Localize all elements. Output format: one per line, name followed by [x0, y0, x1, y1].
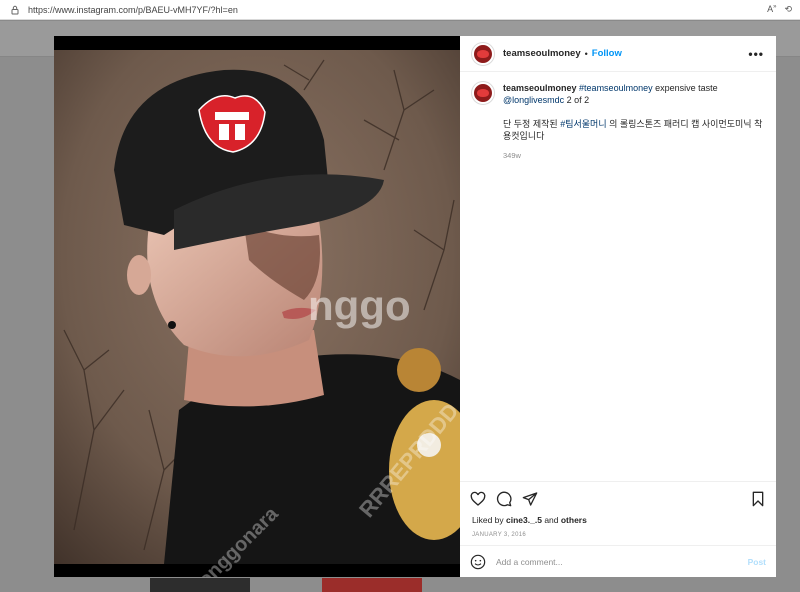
caption-username[interactable]: teamseoulmoney [503, 83, 577, 93]
post-photo[interactable]: nggo RRREPRDDD onggonara [54, 36, 460, 577]
avatar[interactable] [472, 82, 494, 104]
add-comment-bar: Add a comment... Post [460, 545, 776, 577]
liked-by-user-link[interactable]: cine3._.5 [506, 515, 542, 525]
lips-logo-icon [477, 89, 489, 97]
caption-korean: 단 두정 제작된 #팀서울머니 의 롤링스톤즈 패러디 캡 사이먼도미닉 착용컷… [503, 118, 764, 142]
post-comment-button[interactable]: Post [748, 557, 766, 567]
separator-dot: • [584, 48, 588, 59]
comment-input[interactable]: Add a comment... [496, 557, 748, 567]
caption-korean-prefix: 단 두정 제작된 [503, 119, 561, 129]
site-info-icon[interactable] [8, 3, 22, 17]
caption-hashtag[interactable]: #teamseoulmoney [579, 83, 653, 93]
read-aloud-icon[interactable]: A» [767, 4, 776, 15]
extensions-icon[interactable]: ⟲ [784, 4, 792, 15]
post-modal: nggo RRREPRDDD onggonara teamseoulmoney … [54, 36, 776, 577]
lips-logo-icon [477, 49, 489, 58]
follow-button[interactable]: Follow [592, 48, 622, 59]
liked-by-others-link[interactable]: others [561, 515, 587, 525]
avatar[interactable] [472, 42, 494, 65]
caption-text: expensive taste [652, 83, 718, 93]
caption-time[interactable]: 349w [503, 150, 764, 162]
likes-summary: Liked by cine3._.5 and others [460, 515, 776, 529]
comment-icon[interactable] [496, 491, 512, 507]
emoji-icon[interactable] [470, 554, 486, 570]
post-date[interactable]: JANUARY 3, 2016 [460, 529, 776, 545]
likes-middle: and [541, 515, 561, 525]
browser-address-bar[interactable]: https://www.instagram.com/p/BAEU-vMH7YF/… [0, 0, 800, 20]
caption-suffix: 2 of 2 [564, 95, 590, 105]
post-details-panel: teamseoulmoney • Follow ••• teamseoulmon… [460, 36, 776, 577]
background-thumbnail [322, 578, 422, 592]
caption-section: teamseoulmoney #teamseoulmoney expensive… [460, 72, 776, 481]
caption-korean-hashtag[interactable]: #팀서울머니 [560, 119, 606, 129]
save-bookmark-icon[interactable] [750, 491, 766, 507]
like-heart-icon[interactable] [470, 491, 486, 507]
post-header: teamseoulmoney • Follow ••• [460, 36, 776, 72]
username-link[interactable]: teamseoulmoney [503, 48, 581, 59]
background-thumbnail [150, 578, 250, 592]
action-bar [460, 481, 776, 515]
photo-illustration [54, 50, 460, 564]
more-options-icon[interactable]: ••• [748, 47, 764, 61]
share-icon[interactable] [522, 491, 538, 507]
caption: teamseoulmoney #teamseoulmoney expensive… [472, 82, 764, 162]
caption-mention[interactable]: @longlivesmdc [503, 95, 564, 105]
likes-prefix: Liked by [472, 515, 507, 525]
url-text[interactable]: https://www.instagram.com/p/BAEU-vMH7YF/… [28, 5, 767, 15]
